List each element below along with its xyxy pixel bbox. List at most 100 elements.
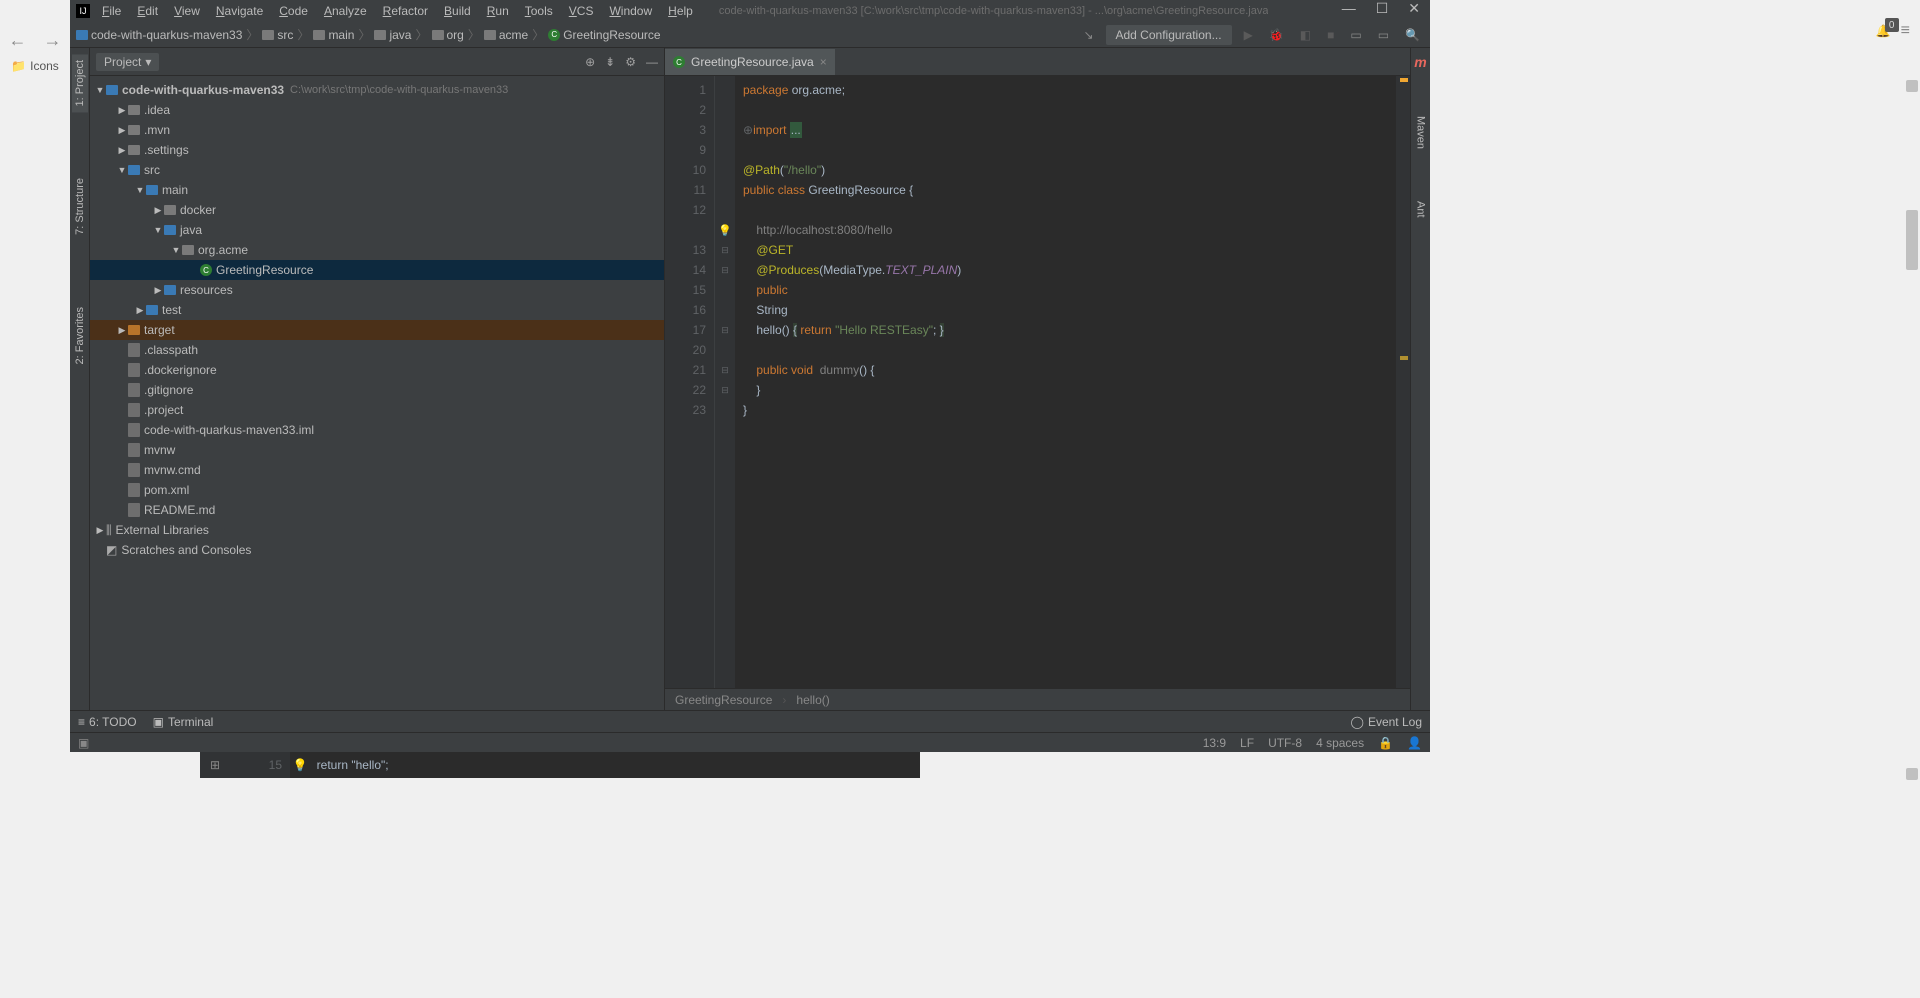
hide-icon[interactable]: — bbox=[646, 55, 658, 69]
lock-icon[interactable]: 🔒 bbox=[1378, 736, 1393, 750]
menu-run[interactable]: Run bbox=[481, 2, 515, 20]
indent-settings[interactable]: 4 spaces bbox=[1316, 736, 1364, 750]
tree-item-mvnw[interactable]: ▶mvnw bbox=[90, 440, 664, 460]
maximize-button[interactable]: ☐ bbox=[1376, 0, 1389, 17]
crumb-src[interactable]: src bbox=[262, 28, 293, 42]
fold-icon[interactable]: ⊟ bbox=[721, 365, 729, 376]
crumb-main[interactable]: main bbox=[313, 28, 354, 42]
tree-item-main[interactable]: ▼main bbox=[90, 180, 664, 200]
inspection-icon[interactable]: 👤 bbox=[1407, 736, 1422, 750]
tree-item-java[interactable]: ▼java bbox=[90, 220, 664, 240]
fold-icon[interactable]: ⊟ bbox=[721, 265, 729, 276]
tab-event-log[interactable]: ◯ Event Log bbox=[1351, 715, 1422, 729]
notification-bell-icon[interactable]: 🔔0 bbox=[1876, 24, 1891, 38]
tree-item-mvnw-cmd[interactable]: ▶mvnw.cmd bbox=[90, 460, 664, 480]
close-tab-icon[interactable]: × bbox=[820, 55, 827, 69]
line-separator[interactable]: LF bbox=[1240, 736, 1254, 750]
menu-file[interactable]: File bbox=[96, 2, 127, 20]
menu-build[interactable]: Build bbox=[438, 2, 477, 20]
warning-marker[interactable] bbox=[1400, 356, 1408, 360]
editor-tab-active[interactable]: C GreetingResource.java × bbox=[665, 49, 835, 75]
add-configuration-button[interactable]: Add Configuration... bbox=[1106, 25, 1232, 45]
tree-item-docker[interactable]: ▶docker bbox=[90, 200, 664, 220]
code-area[interactable]: package org.acme; ⊕import ... @Path("/he… bbox=[735, 76, 1396, 688]
menu-window[interactable]: Window bbox=[603, 2, 658, 20]
menu-tools[interactable]: Tools bbox=[519, 2, 559, 20]
tree-item-external-libraries[interactable]: ▶⫼External Libraries bbox=[90, 520, 664, 540]
marker-bar[interactable] bbox=[1396, 76, 1410, 688]
crumb-acme[interactable]: acme bbox=[484, 28, 528, 42]
bulb-icon[interactable]: 💡 bbox=[718, 224, 732, 237]
fold-icon[interactable]: ⊟ bbox=[721, 245, 729, 256]
sidebar-icons[interactable]: 📁 Icons bbox=[7, 55, 63, 77]
editor-body[interactable]: 1239101112131415161720212223 💡⊟⊟⊟⊟⊟ pack… bbox=[665, 76, 1410, 688]
menu-help[interactable]: Help bbox=[662, 2, 699, 20]
tab-todo[interactable]: ≡ 6: TODO bbox=[78, 715, 137, 729]
minimize-button[interactable]: — bbox=[1342, 0, 1356, 17]
menu-navigate[interactable]: Navigate bbox=[210, 2, 269, 20]
tab-structure[interactable]: 7: Structure bbox=[72, 172, 88, 241]
crumb-code-with-quarkus-maven33[interactable]: code-with-quarkus-maven33 bbox=[76, 28, 242, 42]
tab-favorites[interactable]: 2: Favorites bbox=[72, 301, 88, 370]
tree-item-target[interactable]: ▶target bbox=[90, 320, 664, 340]
crumb-java[interactable]: java bbox=[374, 28, 411, 42]
crumb-class[interactable]: GreetingResource bbox=[675, 693, 772, 707]
menu-icon[interactable]: ≡ bbox=[1901, 22, 1910, 40]
collapse-icon[interactable]: ⇟ bbox=[605, 55, 615, 69]
tab-maven[interactable]: Maven bbox=[1413, 110, 1429, 155]
coverage-icon[interactable]: ◧ bbox=[1296, 26, 1315, 44]
menu-code[interactable]: Code bbox=[273, 2, 314, 20]
project-view-selector[interactable]: Project ▾ bbox=[96, 53, 159, 71]
tab-project[interactable]: 1: Project bbox=[72, 54, 88, 112]
menu-vcs[interactable]: VCS bbox=[563, 2, 600, 20]
fold-icon[interactable]: ⊟ bbox=[721, 325, 729, 336]
close-button[interactable]: ✕ bbox=[1408, 0, 1420, 17]
nav-forward-icon[interactable]: → bbox=[44, 30, 62, 51]
tree-item-scratches-and-consoles[interactable]: ▶◩Scratches and Consoles bbox=[90, 540, 664, 560]
tree-item-greetingresource[interactable]: ▶CGreetingResource bbox=[90, 260, 664, 280]
build-icon[interactable]: ↘ bbox=[1079, 26, 1097, 44]
project-tree[interactable]: ▼code-with-quarkus-maven33C:\work\src\tm… bbox=[90, 76, 664, 710]
maven-logo-icon[interactable]: m bbox=[1414, 54, 1426, 70]
gear-icon[interactable]: ⚙ bbox=[625, 55, 636, 69]
locate-icon[interactable]: ⊕ bbox=[585, 55, 595, 69]
tree-item--project[interactable]: ▶.project bbox=[90, 400, 664, 420]
tab-ant[interactable]: Ant bbox=[1413, 195, 1429, 224]
bulb-icon[interactable]: 💡 bbox=[290, 758, 310, 772]
tool2-icon[interactable]: ▭ bbox=[1374, 26, 1393, 44]
tree-item--mvn[interactable]: ▶.mvn bbox=[90, 120, 664, 140]
tree-item--gitignore[interactable]: ▶.gitignore bbox=[90, 380, 664, 400]
tree-item-test[interactable]: ▶test bbox=[90, 300, 664, 320]
tree-item-org-acme[interactable]: ▼org.acme bbox=[90, 240, 664, 260]
cursor-position[interactable]: 13:9 bbox=[1203, 736, 1226, 750]
menu-edit[interactable]: Edit bbox=[131, 2, 164, 20]
file-encoding[interactable]: UTF-8 bbox=[1268, 736, 1302, 750]
tool-windows-icon[interactable]: ▣ bbox=[78, 736, 89, 750]
debug-icon[interactable]: 🐞 bbox=[1265, 26, 1288, 44]
tree-item-code-with-quarkus-maven33-iml[interactable]: ▶code-with-quarkus-maven33.iml bbox=[90, 420, 664, 440]
menu-view[interactable]: View bbox=[168, 2, 206, 20]
run-icon[interactable]: ▶ bbox=[1240, 26, 1257, 44]
scroll-thumb-up[interactable] bbox=[1906, 80, 1918, 92]
nav-back-icon[interactable]: ← bbox=[9, 30, 27, 51]
menu-refactor[interactable]: Refactor bbox=[377, 2, 434, 20]
tree-item--settings[interactable]: ▶.settings bbox=[90, 140, 664, 160]
tab-terminal[interactable]: ▣ Terminal bbox=[153, 715, 214, 729]
tree-item-resources[interactable]: ▶resources bbox=[90, 280, 664, 300]
tree-root[interactable]: ▼code-with-quarkus-maven33C:\work\src\tm… bbox=[90, 80, 664, 100]
fold-icon[interactable]: ⊟ bbox=[721, 385, 729, 396]
stop-icon[interactable]: ■ bbox=[1323, 26, 1338, 44]
tree-item--classpath[interactable]: ▶.classpath bbox=[90, 340, 664, 360]
tree-item--idea[interactable]: ▶.idea bbox=[90, 100, 664, 120]
search-icon[interactable]: 🔍 bbox=[1401, 26, 1424, 44]
tree-item-readme-md[interactable]: ▶README.md bbox=[90, 500, 664, 520]
menu-analyze[interactable]: Analyze bbox=[318, 2, 373, 20]
crumb-method[interactable]: hello() bbox=[796, 693, 829, 707]
crumb-greetingresource[interactable]: CGreetingResource bbox=[548, 28, 660, 42]
tree-item-src[interactable]: ▼src bbox=[90, 160, 664, 180]
tree-item-pom-xml[interactable]: ▶pom.xml bbox=[90, 480, 664, 500]
scroll-thumb-down[interactable] bbox=[1906, 768, 1918, 780]
host-scrollbar[interactable] bbox=[1904, 70, 1920, 790]
scroll-thumb[interactable] bbox=[1906, 210, 1918, 270]
tree-item--dockerignore[interactable]: ▶.dockerignore bbox=[90, 360, 664, 380]
